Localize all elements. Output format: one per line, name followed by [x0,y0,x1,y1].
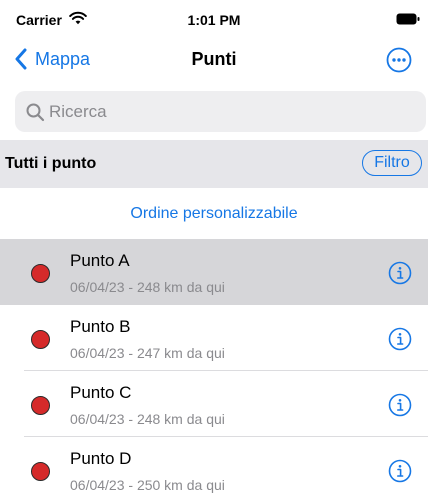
info-icon[interactable] [388,327,412,351]
info-icon[interactable] [388,261,412,285]
list-item[interactable]: Punto B 06/04/23 - 247 km da qui [0,305,428,371]
info-icon[interactable] [388,393,412,417]
marker-dot [31,462,50,481]
search-input[interactable] [49,101,409,122]
list-item[interactable]: Punto A 06/04/23 - 248 km da qui [0,239,428,305]
point-name: Punto B [70,317,131,336]
filter-button[interactable]: Filtro [362,150,422,176]
marker-dot [31,396,50,415]
status-bar: Carrier 1:01 PM [0,0,428,36]
list-item[interactable]: Punto D 06/04/23 - 250 km da qui [0,437,428,503]
marker-dot [31,330,50,349]
ellipsis-circle-icon[interactable] [386,47,412,73]
info-icon[interactable] [388,459,412,483]
marker-dot [31,264,50,283]
points-list: Punto A 06/04/23 - 248 km da qui Punto B… [0,239,428,503]
custom-order-link[interactable]: Ordine personalizzabile [0,205,428,223]
clock: 1:01 PM [187,12,241,28]
point-name: Punto D [70,449,132,468]
search-icon [26,103,45,121]
point-name: Punto C [70,383,132,402]
section-title: Tutti i punto [5,155,97,172]
list-item[interactable]: Punto C 06/04/23 - 248 km da qui [0,371,428,437]
battery-icon [396,13,420,25]
point-name: Punto A [70,251,130,270]
page-title: Punti [191,49,237,69]
point-detail: 06/04/23 - 248 km da qui [70,411,225,427]
point-detail: 06/04/23 - 248 km da qui [70,279,225,295]
point-detail: 06/04/23 - 247 km da qui [70,345,225,361]
point-detail: 06/04/23 - 250 km da qui [70,477,225,493]
search-bar[interactable] [15,91,426,132]
